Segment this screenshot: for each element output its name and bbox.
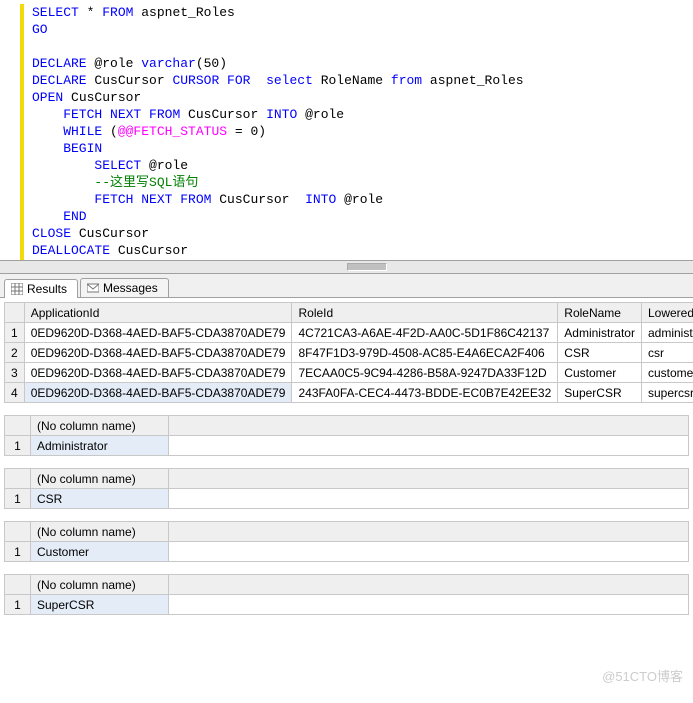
table-row[interactable]: 1 0ED9620D-D368-4AED-BAF5-CDA3870ADE79 4…: [5, 323, 693, 343]
messages-icon: [87, 282, 99, 294]
splitter-handle-icon: [347, 263, 387, 271]
pane-splitter[interactable]: [0, 260, 693, 274]
col-nocolumn[interactable]: (No column name): [31, 522, 169, 542]
results-grid-icon: [11, 283, 23, 295]
results-grid-2[interactable]: (No column name) 1Administrator: [4, 415, 689, 456]
watermark-text: @51CTO博客: [602, 666, 683, 685]
sql-editor[interactable]: SELECT * FROM aspnet_Roles GO DECLARE @r…: [0, 0, 693, 260]
table-row[interactable]: 4 0ED9620D-D368-4AED-BAF5-CDA3870ADE79 2…: [5, 383, 693, 403]
table-row[interactable]: 1Customer: [5, 542, 689, 562]
tab-messages-label: Messages: [103, 281, 158, 295]
results-pane[interactable]: ApplicationId RoleId RoleName LoweredRol…: [0, 298, 693, 703]
table-row[interactable]: 1SuperCSR: [5, 595, 689, 615]
col-loweredrolename[interactable]: LoweredRoleName: [641, 303, 693, 323]
sql-code-text[interactable]: SELECT * FROM aspnet_Roles GO DECLARE @r…: [0, 4, 693, 259]
results-tabs: Results Messages: [0, 274, 693, 298]
table-row[interactable]: 2 0ED9620D-D368-4AED-BAF5-CDA3870ADE79 8…: [5, 343, 693, 363]
col-applicationid[interactable]: ApplicationId: [24, 303, 292, 323]
results-grid-1[interactable]: ApplicationId RoleId RoleName LoweredRol…: [4, 302, 693, 403]
col-rolename[interactable]: RoleName: [558, 303, 642, 323]
table-row[interactable]: 1Administrator: [5, 436, 689, 456]
table-row[interactable]: 3 0ED9620D-D368-4AED-BAF5-CDA3870ADE79 7…: [5, 363, 693, 383]
col-nocolumn[interactable]: (No column name): [31, 416, 169, 436]
col-nocolumn[interactable]: (No column name): [31, 575, 169, 595]
editor-gutter: [0, 4, 24, 260]
col-roleid[interactable]: RoleId: [292, 303, 558, 323]
results-grid-3[interactable]: (No column name) 1CSR: [4, 468, 689, 509]
table-row[interactable]: 1CSR: [5, 489, 689, 509]
corner-cell: [5, 303, 25, 323]
table-header-row: ApplicationId RoleId RoleName LoweredRol…: [5, 303, 693, 323]
results-grid-4[interactable]: (No column name) 1Customer: [4, 521, 689, 562]
tab-messages[interactable]: Messages: [80, 278, 169, 297]
tab-results[interactable]: Results: [4, 279, 78, 298]
tab-results-label: Results: [27, 282, 67, 296]
col-nocolumn[interactable]: (No column name): [31, 469, 169, 489]
results-grid-5[interactable]: (No column name) 1SuperCSR: [4, 574, 689, 615]
